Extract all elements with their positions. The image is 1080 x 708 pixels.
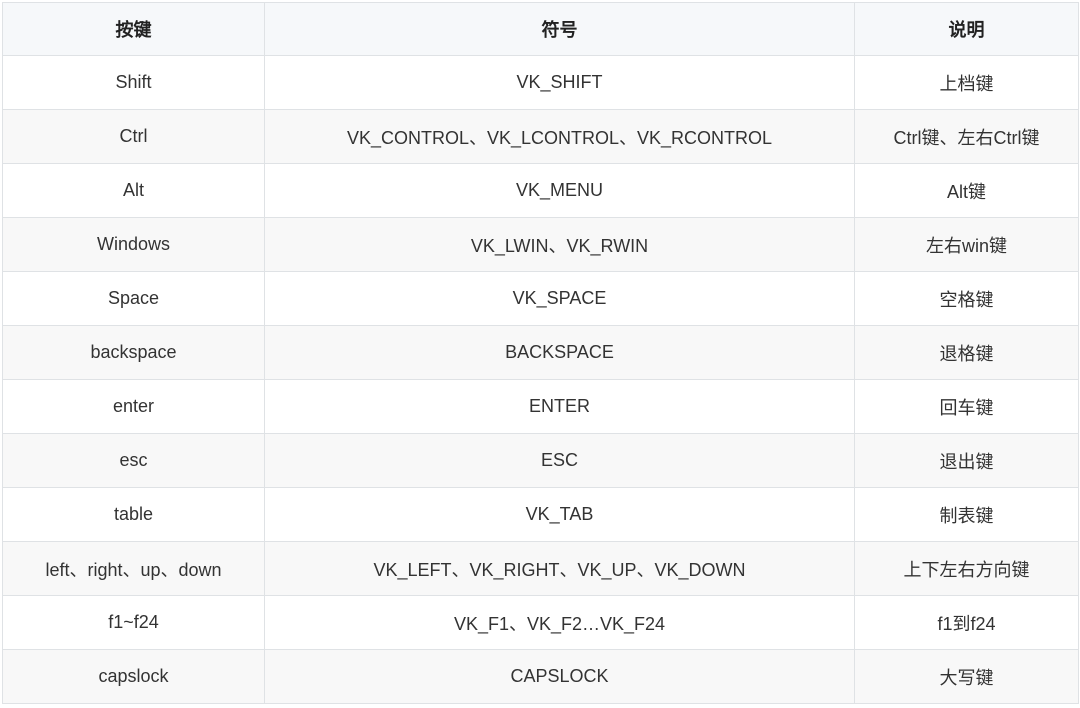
cell-key: Alt: [2, 163, 265, 218]
cell-symbol: VK_SPACE: [264, 271, 855, 326]
key-table-container: 按键 符号 说明 Shift VK_SHIFT 上档键 Ctrl VK_CONT…: [2, 2, 1079, 704]
cell-key: Shift: [2, 55, 265, 110]
table-row: backspace BACKSPACE 退格键: [2, 325, 1079, 380]
cell-description: 制表键: [854, 487, 1079, 542]
cell-description: Ctrl键、左右Ctrl键: [854, 109, 1079, 164]
cell-key: f1~f24: [2, 595, 265, 650]
cell-description: 大写键: [854, 649, 1079, 704]
cell-symbol: VK_TAB: [264, 487, 855, 542]
cell-description: 空格键: [854, 271, 1079, 326]
cell-key: backspace: [2, 325, 265, 380]
table-row: enter ENTER 回车键: [2, 379, 1079, 434]
cell-key: capslock: [2, 649, 265, 704]
header-row: 按键 符号 说明: [2, 2, 1079, 56]
cell-description: 回车键: [854, 379, 1079, 434]
cell-symbol: ENTER: [264, 379, 855, 434]
table-row: Space VK_SPACE 空格键: [2, 271, 1079, 326]
table-row: left、right、up、down VK_LEFT、VK_RIGHT、VK_U…: [2, 541, 1079, 596]
cell-description: 上下左右方向键: [854, 541, 1079, 596]
table-row: f1~f24 VK_F1、VK_F2…VK_F24 f1到f24: [2, 595, 1079, 650]
cell-symbol: VK_CONTROL、VK_LCONTROL、VK_RCONTROL: [264, 109, 855, 164]
cell-description: 退格键: [854, 325, 1079, 380]
header-description: 说明: [854, 2, 1079, 56]
header-symbol: 符号: [264, 2, 855, 56]
table-row: Ctrl VK_CONTROL、VK_LCONTROL、VK_RCONTROL …: [2, 109, 1079, 164]
cell-symbol: VK_MENU: [264, 163, 855, 218]
key-mapping-table: 按键 符号 说明 Shift VK_SHIFT 上档键 Ctrl VK_CONT…: [2, 2, 1079, 704]
table-row: capslock CAPSLOCK 大写键: [2, 649, 1079, 704]
cell-symbol: VK_LWIN、VK_RWIN: [264, 217, 855, 272]
cell-description: 退出键: [854, 433, 1079, 488]
table-row: Alt VK_MENU Alt键: [2, 163, 1079, 218]
cell-description: Alt键: [854, 163, 1079, 218]
cell-key: esc: [2, 433, 265, 488]
cell-key: enter: [2, 379, 265, 434]
cell-key: Windows: [2, 217, 265, 272]
table-header: 按键 符号 说明: [2, 2, 1079, 56]
cell-key: Ctrl: [2, 109, 265, 164]
table-body: Shift VK_SHIFT 上档键 Ctrl VK_CONTROL、VK_LC…: [2, 55, 1079, 704]
table-row: esc ESC 退出键: [2, 433, 1079, 488]
table-row: table VK_TAB 制表键: [2, 487, 1079, 542]
cell-key: left、right、up、down: [2, 541, 265, 596]
cell-symbol: VK_F1、VK_F2…VK_F24: [264, 595, 855, 650]
cell-symbol: ESC: [264, 433, 855, 488]
table-row: Windows VK_LWIN、VK_RWIN 左右win键: [2, 217, 1079, 272]
cell-description: f1到f24: [854, 595, 1079, 650]
cell-symbol: VK_SHIFT: [264, 55, 855, 110]
cell-key: table: [2, 487, 265, 542]
cell-key: Space: [2, 271, 265, 326]
cell-symbol: CAPSLOCK: [264, 649, 855, 704]
cell-description: 左右win键: [854, 217, 1079, 272]
header-key: 按键: [2, 2, 265, 56]
table-row: Shift VK_SHIFT 上档键: [2, 55, 1079, 110]
cell-symbol: BACKSPACE: [264, 325, 855, 380]
cell-description: 上档键: [854, 55, 1079, 110]
cell-symbol: VK_LEFT、VK_RIGHT、VK_UP、VK_DOWN: [264, 541, 855, 596]
